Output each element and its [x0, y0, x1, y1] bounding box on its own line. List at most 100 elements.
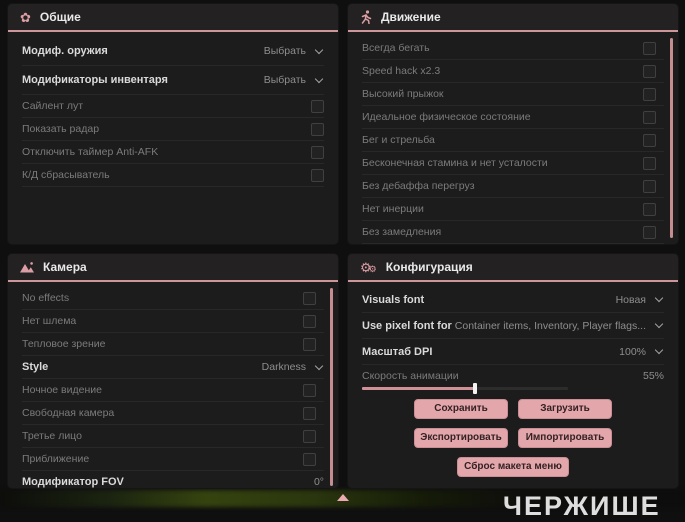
- weapon-mod-dropdown[interactable]: Выбрать: [264, 45, 324, 57]
- row-label: Без замедления: [362, 226, 442, 238]
- row-label: Модиф. оружия: [22, 45, 108, 57]
- row-label: Скорость анимации: [362, 370, 459, 382]
- dropdown-value: Новая: [615, 293, 646, 306]
- row-anti-afk: Отключить таймер Anti-AFK: [22, 141, 324, 164]
- reset-menu-layout-button[interactable]: Сброс макета меню: [457, 457, 569, 477]
- checkbox[interactable]: [643, 64, 656, 78]
- dropdown-value: Выбрать: [263, 45, 306, 57]
- checkbox[interactable]: [643, 110, 656, 124]
- chevron-down-icon: [654, 345, 664, 355]
- image-icon: [20, 261, 34, 273]
- scrollbar[interactable]: [670, 38, 673, 238]
- slider-handle[interactable]: [473, 383, 478, 394]
- gear-flower-icon: ✿: [20, 9, 31, 25]
- dropdown-value: Darkness: [261, 361, 306, 373]
- checkbox[interactable]: [303, 314, 316, 328]
- panel-general-header[interactable]: ✿ Общие: [8, 4, 338, 32]
- row-label: Speed hack x2.3: [362, 65, 441, 77]
- row-weapon-mod: Модиф. оружия Выбрать: [22, 37, 324, 66]
- chevron-down-icon: [654, 319, 664, 329]
- row-label: Бесконечная стамина и нет усталости: [362, 157, 548, 169]
- row-label: Отключить таймер Anti-AFK: [22, 146, 159, 158]
- checkbox[interactable]: [643, 41, 656, 55]
- row-label: Масштаб DPI: [362, 345, 433, 358]
- load-button[interactable]: Загрузить: [518, 399, 612, 419]
- row-label: Use pixel font for: [362, 319, 452, 332]
- checkbox[interactable]: [643, 87, 656, 101]
- row-label: Идеальное физическое состояние: [362, 111, 531, 123]
- row-label: Высокий прыжок: [362, 88, 444, 100]
- fov-value: 0°: [313, 476, 324, 488]
- row-label: Visuals font: [362, 293, 425, 306]
- pixel-font-dropdown[interactable]: Container items, Inventory, Player flags…: [455, 320, 664, 332]
- row-label: Модификатор FOV: [22, 476, 124, 488]
- row-label: Сайлент лут: [22, 100, 84, 112]
- dpi-scale-dropdown[interactable]: 100%: [619, 346, 664, 358]
- inventory-mods-dropdown[interactable]: Выбрать: [264, 74, 324, 86]
- row-label: Нет шлема: [22, 315, 77, 327]
- row-speed-hack: Speed hack x2.3: [362, 60, 664, 83]
- checkbox[interactable]: [303, 337, 316, 351]
- row-label: Модификаторы инвентаря: [22, 74, 168, 86]
- checkbox[interactable]: [311, 168, 324, 182]
- row-cooldown-reset: К/Д сбрасыватель: [22, 164, 324, 187]
- row-label: Показать радар: [22, 123, 100, 135]
- panel-title: Общие: [39, 10, 81, 24]
- chevron-down-icon: [314, 361, 324, 370]
- checkbox[interactable]: [311, 99, 324, 113]
- import-button[interactable]: Импортировать: [518, 428, 612, 448]
- row-no-overload-debuff: Без дебаффа перегруз: [362, 175, 664, 198]
- checkbox[interactable]: [303, 429, 316, 443]
- row-visuals-font: Visuals font Новая: [362, 287, 664, 313]
- row-no-effects: No effects: [22, 287, 324, 310]
- panel-camera: Камера No effects Нет шлема Тепловое зре…: [8, 254, 338, 488]
- checkbox[interactable]: [311, 122, 324, 136]
- export-button[interactable]: Экспортировать: [414, 428, 508, 448]
- chevron-down-icon: [654, 293, 664, 303]
- row-show-radar: Показать радар: [22, 118, 324, 141]
- row-label: Третье лицо: [22, 430, 82, 442]
- checkbox[interactable]: [303, 383, 316, 397]
- row-label: No effects: [22, 292, 70, 304]
- row-third-person: Третье лицо: [22, 425, 324, 448]
- panel-movement: Движение Всегда бегать Speed hack x2.3 В…: [348, 4, 678, 244]
- checkbox[interactable]: [643, 179, 656, 193]
- scroll-up-arrow-icon[interactable]: [337, 494, 349, 501]
- panel-camera-header[interactable]: Камера: [8, 254, 338, 282]
- checkbox[interactable]: [311, 145, 324, 159]
- row-night-vision: Ночное видение: [22, 379, 324, 402]
- checkbox[interactable]: [643, 225, 656, 239]
- row-fov-modifier: Модификатор FOV 0°: [22, 471, 324, 488]
- row-label: Тепловое зрение: [22, 338, 106, 350]
- panel-title: Конфигурация: [385, 260, 473, 274]
- scrollbar[interactable]: [330, 288, 333, 486]
- panel-config-header[interactable]: ⚙ ⚙ Конфигурация: [348, 254, 678, 282]
- panel-general: ✿ Общие Модиф. оружия Выбрать Модификато…: [8, 4, 338, 244]
- dropdown-value: 100%: [619, 345, 646, 358]
- panel-title: Движение: [381, 10, 441, 24]
- row-label: К/Д сбрасыватель: [22, 169, 110, 181]
- chevron-down-icon: [314, 74, 324, 83]
- animation-speed-slider[interactable]: [362, 383, 568, 394]
- row-thermal-vision: Тепловое зрение: [22, 333, 324, 356]
- checkbox[interactable]: [643, 156, 656, 170]
- row-inventory-mods: Модификаторы инвентаря Выбрать: [22, 66, 324, 95]
- checkbox[interactable]: [303, 406, 316, 420]
- row-no-slowdown: Без замедления: [362, 221, 664, 244]
- row-pixel-font: Use pixel font for Container items, Inve…: [362, 313, 664, 339]
- checkbox[interactable]: [303, 291, 316, 305]
- row-zoom: Приближение: [22, 448, 324, 471]
- checkbox[interactable]: [643, 133, 656, 147]
- checkbox[interactable]: [643, 202, 656, 216]
- runner-icon: [360, 10, 372, 24]
- row-label: Style: [22, 361, 49, 373]
- animation-speed-value: 55%: [642, 370, 664, 382]
- checkbox[interactable]: [303, 452, 316, 466]
- style-dropdown[interactable]: Darkness: [262, 361, 324, 373]
- chevron-down-icon: [314, 45, 324, 54]
- panel-movement-header[interactable]: Движение: [348, 4, 678, 32]
- panel-config: ⚙ ⚙ Конфигурация Visuals font Новая Use p…: [348, 254, 678, 488]
- visuals-font-dropdown[interactable]: Новая: [616, 294, 664, 306]
- dropdown-value: Выбрать: [263, 74, 306, 86]
- save-button[interactable]: Сохранить: [414, 399, 508, 419]
